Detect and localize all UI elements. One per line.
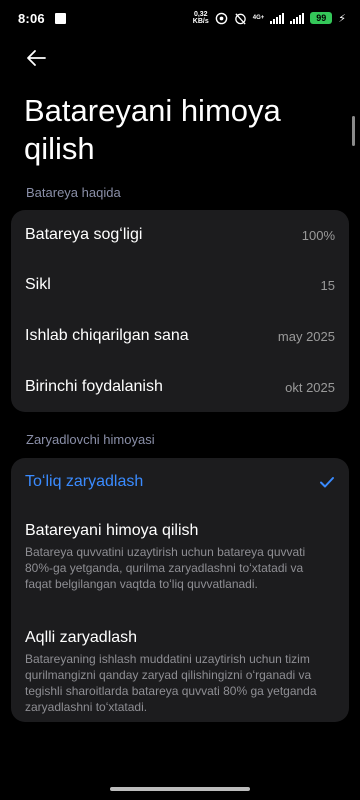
row-value: 100% bbox=[301, 227, 335, 243]
screen: 8:06 0,32 KB/s 4G+ 99 ⚡ Batareyani himoy… bbox=[0, 0, 360, 800]
row-value: may 2025 bbox=[277, 328, 335, 344]
battery-protect-option[interactable]: Batareyani himoya qilish Batareya quvvat… bbox=[25, 522, 331, 592]
row-value: 15 bbox=[320, 277, 335, 293]
checkmark-icon bbox=[320, 477, 334, 488]
navigation-handle[interactable] bbox=[110, 787, 250, 791]
cycle-count-row[interactable]: Sikl 15 bbox=[11, 260, 349, 310]
back-arrow-icon[interactable] bbox=[24, 46, 48, 70]
row-label: Sikl bbox=[25, 276, 51, 293]
row-value: okt 2025 bbox=[285, 379, 335, 395]
option-description: Batareya quvvatini uzaytirish uchun bata… bbox=[25, 545, 306, 591]
section-label-battery-info: Batareya haqida bbox=[26, 185, 121, 200]
alarm-off-icon bbox=[234, 12, 246, 25]
battery-health-row[interactable]: Batareya sogʻligi 100% bbox=[11, 210, 349, 260]
row-label: Birinchi foydalanish bbox=[25, 378, 163, 395]
page-title: Batareyani himoya qilish bbox=[24, 93, 281, 166]
notification-icon bbox=[54, 12, 66, 24]
manufacture-date-row[interactable]: Ishlab chiqarilgan sana may 2025 bbox=[11, 311, 349, 361]
status-time: 8:06 bbox=[18, 10, 45, 26]
network-speed-value: 0,32 bbox=[193, 11, 208, 18]
option-title: Toʻliq zaryadlash bbox=[25, 473, 144, 490]
option-description: Batareyaning ishlash muddatini uzaytiris… bbox=[25, 652, 317, 714]
status-bar: 8:06 0,32 KB/s 4G+ 99 ⚡ bbox=[0, 0, 360, 36]
smart-charge-option[interactable]: Aqlli zaryadlash Batareyaning ishlash mu… bbox=[25, 629, 335, 715]
first-use-row[interactable]: Birinchi foydalanish okt 2025 bbox=[11, 362, 349, 412]
battery-level: 99 bbox=[316, 13, 327, 23]
network-speed: 0,32 KB/s bbox=[193, 11, 209, 25]
network-type: 4G+ bbox=[252, 14, 265, 21]
row-label: Batareya sogʻligi bbox=[25, 226, 143, 243]
battery-icon: 99 bbox=[310, 12, 333, 24]
row-label: Ishlab chiqarilgan sana bbox=[25, 327, 189, 344]
option-title: Batareyani himoya qilish bbox=[25, 522, 199, 539]
charging-icon: ⚡ bbox=[338, 12, 346, 25]
signal-icon bbox=[270, 12, 285, 24]
option-title: Aqlli zaryadlash bbox=[25, 629, 138, 646]
battery-info-card: Batareya sogʻligi 100% Sikl 15 Ishlab ch… bbox=[11, 210, 349, 412]
charging-protection-card: Toʻliq zaryadlash Batareyani himoya qili… bbox=[11, 458, 349, 722]
section-label-charging-protection: Zaryadlovchi himoyasi bbox=[26, 432, 155, 447]
signal-icon-2 bbox=[290, 12, 305, 24]
scroll-indicator bbox=[352, 116, 355, 146]
full-charge-option[interactable]: Toʻliq zaryadlash bbox=[25, 458, 335, 506]
network-speed-unit: KB/s bbox=[192, 18, 209, 25]
status-icons: 0,32 KB/s 4G+ 99 ⚡ bbox=[193, 11, 346, 25]
hotspot-icon bbox=[215, 12, 228, 24]
